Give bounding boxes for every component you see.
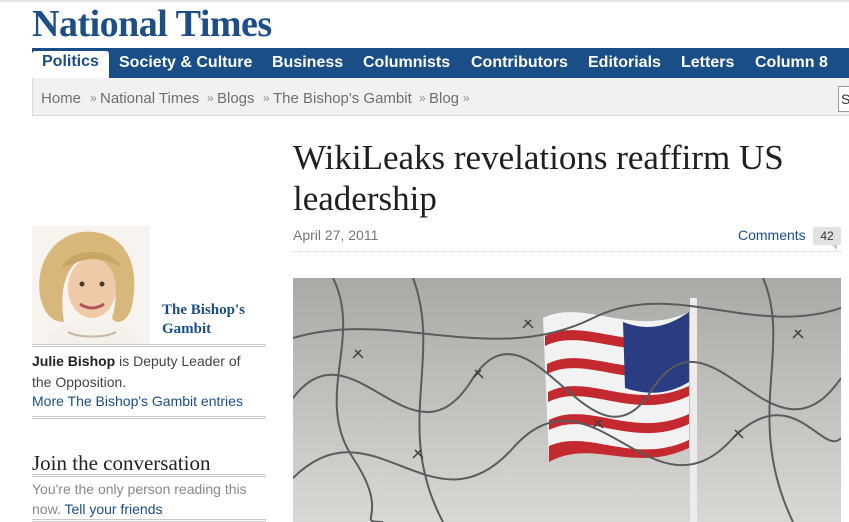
- article-hero-image: [293, 278, 841, 522]
- chevron-right-icon: »: [207, 91, 214, 105]
- search-input[interactable]: S: [838, 86, 849, 112]
- breadcrumb-national-times[interactable]: National Times: [100, 90, 199, 107]
- nav-business[interactable]: Business: [272, 52, 343, 78]
- blog-name-link[interactable]: The Bishop's Gambit: [162, 301, 266, 339]
- chevron-right-icon: »: [463, 91, 470, 105]
- more-entries-link[interactable]: More The Bishop's Gambit entries: [32, 393, 243, 409]
- site-logo[interactable]: National Times: [32, 2, 272, 46]
- comment-count-badge[interactable]: 42: [813, 227, 841, 250]
- author-bio: Julie Bishop is Deputy Leader of the Opp…: [32, 351, 262, 393]
- chevron-right-icon: »: [419, 91, 426, 105]
- chevron-right-icon: »: [263, 91, 270, 105]
- breadcrumb-blog[interactable]: Blog: [429, 90, 459, 107]
- flag-barbed-wire-image: [293, 278, 841, 522]
- breadcrumb-blogs[interactable]: Blogs: [217, 90, 255, 107]
- breadcrumb-home[interactable]: Home: [41, 90, 81, 107]
- join-conversation-heading: Join the conversation: [32, 451, 211, 475]
- chevron-right-icon: »: [90, 91, 97, 105]
- comments-link[interactable]: Comments: [738, 227, 806, 243]
- join-conversation-text: You're the only person reading this now.…: [32, 479, 266, 519]
- article-headline: WikiLeaks revelations reaffirm US leader…: [293, 138, 784, 218]
- nav-society-culture[interactable]: Society & Culture: [119, 52, 252, 78]
- divider: [32, 344, 266, 347]
- author-photo[interactable]: [32, 226, 150, 344]
- main-nav: Politics Society & Culture Business Colu…: [32, 48, 849, 78]
- breadcrumb: Home » National Times » Blogs » The Bish…: [32, 78, 849, 116]
- nav-politics[interactable]: Politics: [32, 51, 109, 78]
- divider: [32, 416, 266, 419]
- dotted-divider: [293, 251, 841, 252]
- breadcrumb-bishops-gambit[interactable]: The Bishop's Gambit: [273, 90, 412, 107]
- nav-columnists[interactable]: Columnists: [363, 52, 450, 78]
- author-photo-image: [32, 226, 150, 344]
- divider: [32, 474, 266, 477]
- nav-letters[interactable]: Letters: [681, 52, 734, 78]
- nav-column-8[interactable]: Column 8: [755, 52, 828, 78]
- tell-friends-link[interactable]: Tell your friends: [64, 501, 162, 517]
- author-name: Julie Bishop: [32, 353, 116, 369]
- article-date: April 27, 2011: [293, 227, 379, 243]
- nav-contributors[interactable]: Contributors: [471, 52, 568, 78]
- nav-editorials[interactable]: Editorials: [588, 52, 661, 78]
